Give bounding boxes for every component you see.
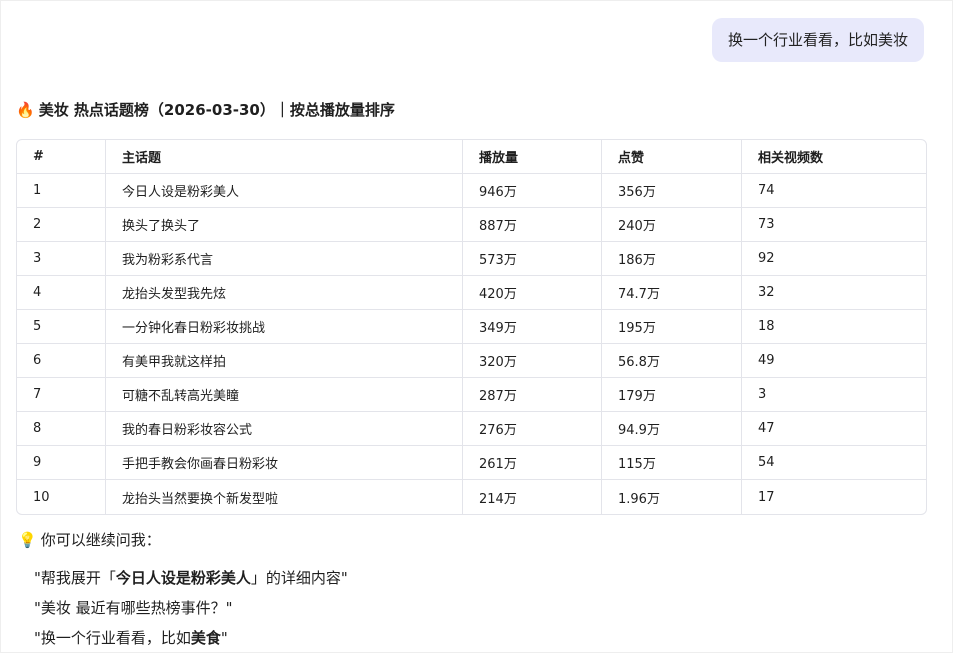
cell-videos: 74 (742, 174, 926, 208)
cell-topic: 换头了换头了 (106, 208, 463, 242)
cell-plays: 349万 (463, 310, 602, 344)
cell-videos: 92 (742, 242, 926, 276)
cell-rank: 1 (17, 174, 106, 208)
cell-rank: 2 (17, 208, 106, 242)
cell-likes: 56.8万 (602, 344, 742, 378)
cell-likes: 115万 (602, 446, 742, 480)
cell-topic: 龙抬头当然要换个新发型啦 (106, 480, 463, 514)
follow-up-tips: 💡 你可以继续问我： (18, 529, 161, 550)
cell-topic: 我为粉彩系代言 (106, 242, 463, 276)
cell-likes: 240万 (602, 208, 742, 242)
cell-videos: 3 (742, 378, 926, 412)
table-row: 8 我的春日粉彩妆容公式 276万 94.9万 47 (17, 412, 926, 446)
column-header-videos: 相关视频数 (742, 140, 926, 174)
table-row: 2 换头了换头了 887万 240万 73 (17, 208, 926, 242)
table-row: 7 可糖不乱转高光美瞳 287万 179万 3 (17, 378, 926, 412)
column-header-topic: 主话题 (106, 140, 463, 174)
table-header-row: # 主话题 播放量 点赞 相关视频数 (17, 140, 926, 174)
cell-rank: 3 (17, 242, 106, 276)
table-row: 9 手把手教会你画春日粉彩妆 261万 115万 54 (17, 446, 926, 480)
cell-videos: 47 (742, 412, 926, 446)
cell-rank: 8 (17, 412, 106, 446)
cell-videos: 32 (742, 276, 926, 310)
cell-topic: 有美甲我就这样拍 (106, 344, 463, 378)
cell-videos: 18 (742, 310, 926, 344)
cell-plays: 261万 (463, 446, 602, 480)
user-message-bubble: 换一个行业看看，比如美妆 (711, 18, 924, 62)
cell-videos: 73 (742, 208, 926, 242)
cell-plays: 887万 (463, 208, 602, 242)
column-header-likes: 点赞 (602, 140, 742, 174)
cell-likes: 356万 (602, 174, 742, 208)
cell-likes: 94.9万 (602, 412, 742, 446)
suggestion-text: "帮我展开「 (34, 569, 116, 587)
cell-videos: 54 (742, 446, 926, 480)
cell-topic: 可糖不乱转高光美瞳 (106, 378, 463, 412)
suggestion-text: "换一个行业看看，比如 (34, 629, 191, 647)
cell-topic: 今日人设是粉彩美人 (106, 174, 463, 208)
cell-plays: 287万 (463, 378, 602, 412)
ranking-title: 🔥 美妆 热点话题榜（2026-03-30）｜按总播放量排序 (16, 99, 395, 120)
fire-icon: 🔥 (16, 100, 35, 119)
cell-plays: 276万 (463, 412, 602, 446)
cell-topic: 我的春日粉彩妆容公式 (106, 412, 463, 446)
cell-topic: 一分钟化春日粉彩妆挑战 (106, 310, 463, 344)
cell-rank: 4 (17, 276, 106, 310)
column-header-plays: 播放量 (463, 140, 602, 174)
cell-plays: 946万 (463, 174, 602, 208)
lightbulb-icon: 💡 (18, 530, 37, 549)
cell-topic: 手把手教会你画春日粉彩妆 (106, 446, 463, 480)
cell-likes: 1.96万 (602, 480, 742, 514)
suggestion-item[interactable]: "帮我展开「今日人设是粉彩美人」的详细内容" (34, 567, 348, 588)
suggestion-text: 」的详细内容" (250, 569, 348, 587)
cell-plays: 214万 (463, 480, 602, 514)
suggestion-item[interactable]: "美妆 最近有哪些热榜事件？" (34, 597, 233, 618)
cell-likes: 74.7万 (602, 276, 742, 310)
cell-topic: 龙抬头发型我先炫 (106, 276, 463, 310)
cell-likes: 179万 (602, 378, 742, 412)
suggestion-text: "美妆 最近有哪些热榜事件？" (34, 599, 233, 617)
cell-plays: 320万 (463, 344, 602, 378)
cell-likes: 195万 (602, 310, 742, 344)
cell-plays: 420万 (463, 276, 602, 310)
topic-ranking-table: # 主话题 播放量 点赞 相关视频数 1 今日人设是粉彩美人 946万 356万 74 2… (16, 139, 927, 515)
table-row: 10 龙抬头当然要换个新发型啦 214万 1.96万 17 (17, 480, 926, 514)
suggestion-item[interactable]: "换一个行业看看，比如美食" (34, 627, 228, 648)
cell-rank: 9 (17, 446, 106, 480)
table-row: 5 一分钟化春日粉彩妆挑战 349万 195万 18 (17, 310, 926, 344)
table-row: 3 我为粉彩系代言 573万 186万 92 (17, 242, 926, 276)
cell-rank: 7 (17, 378, 106, 412)
cell-likes: 186万 (602, 242, 742, 276)
table-row: 4 龙抬头发型我先炫 420万 74.7万 32 (17, 276, 926, 310)
cell-rank: 5 (17, 310, 106, 344)
ranking-title-text: 美妆 热点话题榜（2026-03-30）｜按总播放量排序 (38, 101, 395, 119)
column-header-rank: # (17, 140, 106, 174)
table-row: 6 有美甲我就这样拍 320万 56.8万 49 (17, 344, 926, 378)
cell-rank: 6 (17, 344, 106, 378)
tips-label: 你可以继续问我： (40, 531, 161, 549)
cell-rank: 10 (17, 480, 106, 514)
cell-plays: 573万 (463, 242, 602, 276)
table-row: 1 今日人设是粉彩美人 946万 356万 74 (17, 174, 926, 208)
cell-videos: 17 (758, 489, 775, 505)
suggestion-highlight: 今日人设是粉彩美人 (115, 569, 251, 587)
cell-videos: 49 (742, 344, 926, 378)
suggestion-highlight: 美食 (190, 629, 221, 647)
suggestion-text: " (220, 629, 228, 647)
